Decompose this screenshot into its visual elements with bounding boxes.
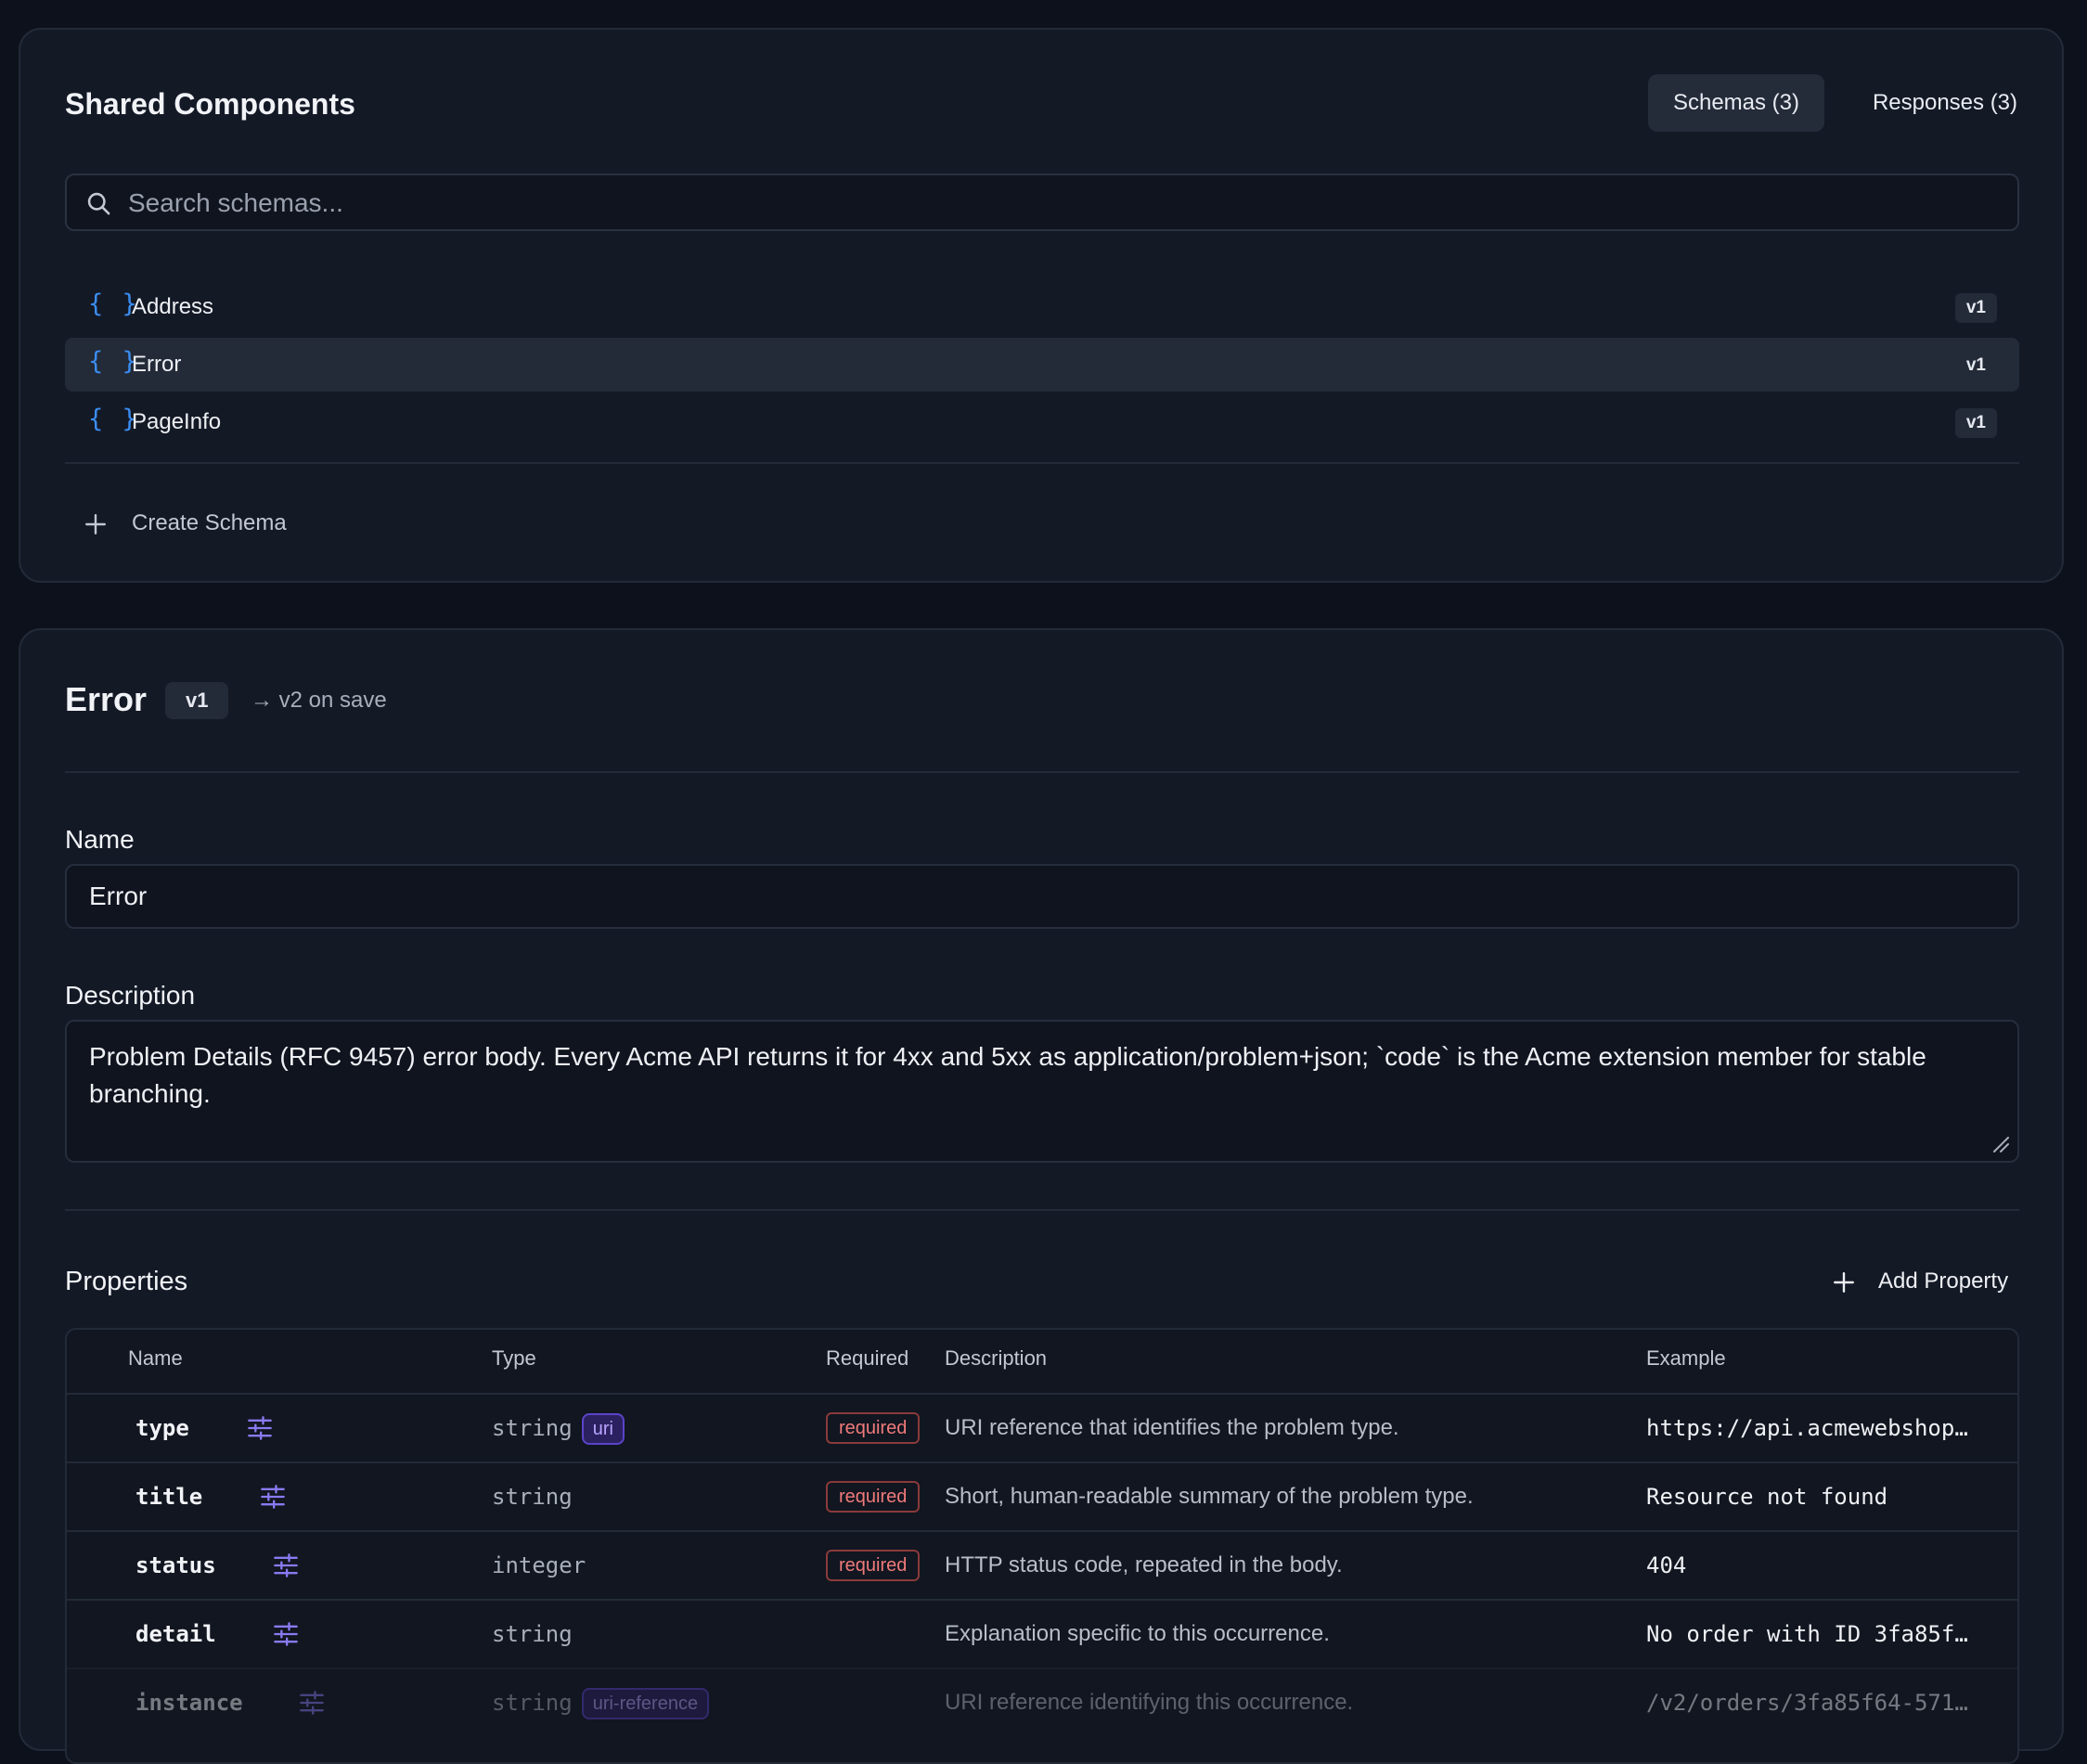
required-cell: required	[826, 1463, 921, 1530]
property-description: Short, human-readable summary of the pro…	[945, 1484, 1474, 1509]
property-type: string	[492, 1621, 573, 1647]
editor-title: Error	[65, 680, 148, 718]
schema-item-address[interactable]: { } Address v1	[65, 280, 2019, 334]
plus-icon	[1834, 1271, 1854, 1293]
add-property-label: Add Property	[1878, 1268, 2009, 1294]
schema-item-error[interactable]: { } Error v1	[65, 338, 2019, 392]
resize-handle-icon[interactable]	[1991, 1135, 2010, 1153]
column-header-example: Example	[1646, 1346, 1726, 1370]
column-header-type: Type	[492, 1346, 536, 1370]
schema-name: Error	[132, 352, 182, 377]
sliders-icon[interactable]	[247, 1415, 273, 1441]
sliders-icon[interactable]	[260, 1484, 286, 1510]
property-type: integer	[492, 1552, 586, 1578]
shared-components-panel: Shared Components Schemas (3) Responses …	[19, 28, 2064, 583]
properties-title: Properties	[65, 1267, 188, 1296]
name-field[interactable]: Error	[65, 864, 2019, 929]
type-text: string	[492, 1690, 573, 1716]
property-description: Explanation specific to this occurrence.	[945, 1621, 1330, 1646]
create-schema-button[interactable]: Create Schema	[84, 505, 287, 542]
sliders-icon[interactable]	[273, 1621, 299, 1647]
search-input[interactable]	[126, 175, 1986, 231]
add-property-button[interactable]: Add Property	[1832, 1261, 2008, 1302]
property-type: string uri	[492, 1395, 625, 1461]
create-schema-label: Create Schema	[132, 510, 287, 535]
property-example: /v2/orders/3fa85f64-5717…	[1646, 1690, 1980, 1716]
required-cell: required	[826, 1395, 921, 1461]
property-description: HTTP status code, repeated in the body.	[945, 1552, 1343, 1577]
schema-name: PageInfo	[132, 409, 222, 434]
format-badge: uri-reference	[581, 1688, 710, 1719]
name-label: Name	[65, 825, 135, 854]
property-example: https://api.acmewebshop.…	[1646, 1415, 1980, 1441]
required-badge: required	[826, 1480, 921, 1513]
table-row[interactable]: detail string Explanation specific to th…	[67, 1599, 2017, 1669]
search-icon	[87, 192, 110, 215]
tab-schemas[interactable]: Schemas (3)	[1648, 74, 1824, 132]
required-badge: required	[826, 1549, 921, 1581]
column-header-description: Description	[945, 1346, 1048, 1370]
description-text: Problem Details (RFC 9457) error body. E…	[89, 1042, 1926, 1108]
divider	[65, 1209, 2019, 1211]
description-label: Description	[65, 981, 196, 1010]
sliders-icon[interactable]	[299, 1690, 325, 1716]
format-badge: uri	[581, 1413, 625, 1445]
version-badge: v1	[165, 682, 229, 719]
schema-editor-panel: Error v1 → v2 on save Name Error Descrip…	[19, 628, 2064, 1764]
property-example: No order with ID 3fa85f6…	[1646, 1621, 1980, 1647]
panel-title: Shared Components	[65, 87, 355, 121]
sliders-icon[interactable]	[273, 1552, 299, 1578]
properties-table: Name Type Required Description Example t…	[65, 1328, 2019, 1764]
table-row[interactable]: instance string uri-reference URI referen…	[67, 1667, 2017, 1738]
property-type: string uri-reference	[492, 1669, 710, 1736]
divider	[65, 462, 2019, 464]
property-name: title	[135, 1484, 203, 1510]
next-version-note: → v2 on save	[251, 688, 387, 713]
property-description: URI reference that identifies the proble…	[945, 1415, 1399, 1440]
table-row[interactable]: title string required Short, human-reada…	[67, 1461, 2017, 1532]
property-example: 404	[1646, 1552, 1687, 1578]
version-badge: v1	[1965, 355, 1986, 375]
table-row[interactable]: type string uri required URI reference th…	[67, 1393, 2017, 1463]
type-text: string	[492, 1415, 573, 1441]
divider	[65, 771, 2019, 773]
property-example: Resource not found	[1646, 1484, 1888, 1510]
property-name: detail	[135, 1621, 216, 1647]
table-row[interactable]: status integer required HTTP status code…	[67, 1530, 2017, 1601]
property-type: string	[492, 1484, 573, 1510]
property-name: instance	[135, 1690, 243, 1716]
column-header-required: Required	[826, 1346, 909, 1370]
property-name: type	[135, 1415, 189, 1441]
schema-name: Address	[132, 294, 214, 319]
search-box	[65, 174, 2019, 231]
plus-icon	[85, 513, 106, 534]
property-description: URI reference identifying this occurrenc…	[945, 1690, 1354, 1715]
tab-responses[interactable]: Responses (3)	[1843, 74, 2047, 132]
required-cell: required	[826, 1532, 921, 1599]
property-name: status	[135, 1552, 216, 1578]
schema-item-pageinfo[interactable]: { } PageInfo v1	[65, 395, 2019, 449]
required-badge: required	[826, 1411, 921, 1444]
column-header-name: Name	[128, 1346, 183, 1370]
description-textarea[interactable]: Problem Details (RFC 9457) error body. E…	[65, 1020, 2019, 1163]
version-badge: v1	[1954, 408, 1997, 438]
version-badge: v1	[1954, 293, 1997, 323]
